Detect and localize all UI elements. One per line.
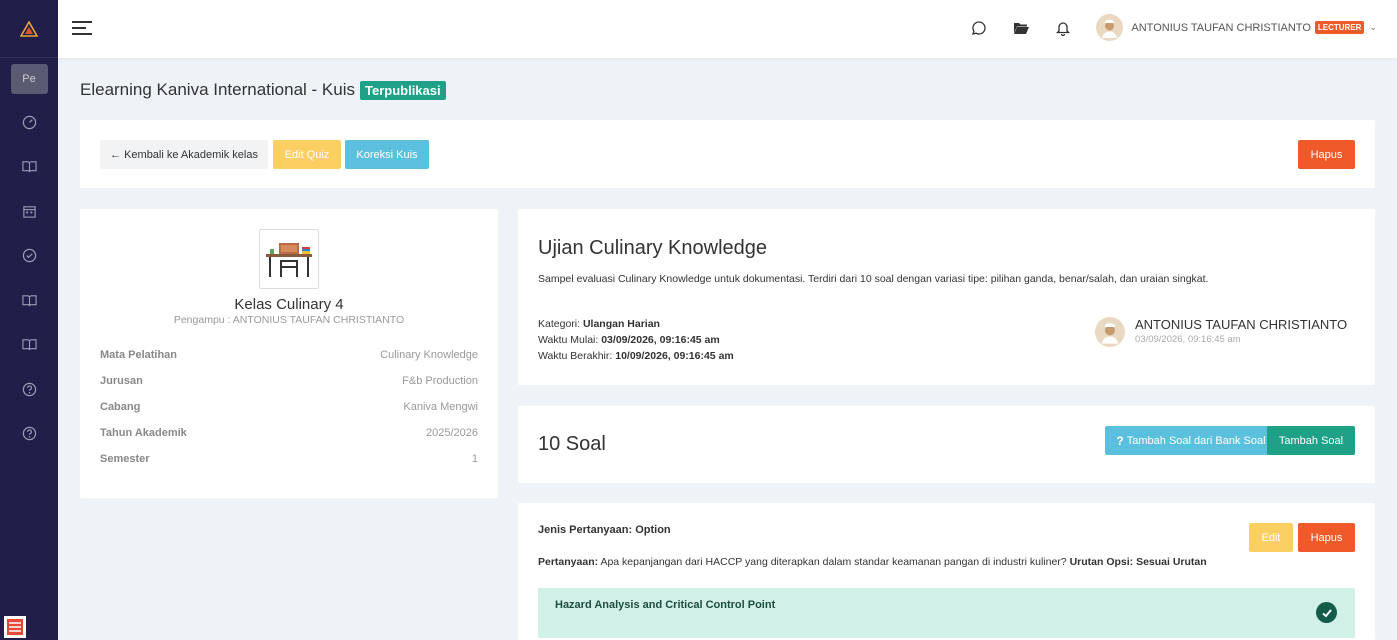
info-value: 1 xyxy=(471,453,478,465)
author-date: 03/09/2026, 09:16:45 am xyxy=(1135,334,1241,345)
logo-icon xyxy=(20,20,38,37)
info-row: Tahun Akademik 2025/2026 xyxy=(100,427,478,443)
hamburger-icon xyxy=(72,21,92,35)
info-label: Cabang xyxy=(100,401,141,413)
quiz-info-card: Ujian Culinary Knowledge Sampel evaluasi… xyxy=(518,209,1375,385)
action-bar: ← Kembali ke Akademik kelas Edit Quiz Ko… xyxy=(80,120,1375,188)
add-from-bank-label: Tambah Soal dari Bank Soal xyxy=(1126,434,1266,447)
info-value: 2025/2026 xyxy=(426,427,478,439)
files-button[interactable] xyxy=(1012,19,1030,37)
page-title-text: Elearning Kaniva International - Kuis xyxy=(80,80,355,99)
info-label: Semester xyxy=(100,453,150,465)
meta-value: Ulangan Harian xyxy=(582,318,660,330)
desk-icon xyxy=(266,243,312,277)
question-body: Apa kepanjangan dari HACCP yang diterapk… xyxy=(600,556,1067,568)
class-thumbnail xyxy=(259,229,319,289)
quiz-title: Ujian Culinary Knowledge xyxy=(538,237,768,259)
sidebar-item-materials[interactable] xyxy=(0,323,58,368)
info-row: Mata Pelatihan Culinary Knowledge xyxy=(100,349,478,365)
menu-toggle[interactable] xyxy=(72,20,94,36)
answer-option: Hazard Analysis and Critical Control Poi… xyxy=(538,588,1355,638)
edit-question-button[interactable]: Edit xyxy=(1249,523,1293,552)
add-question-button[interactable]: Tambah Soal xyxy=(1267,426,1355,455)
sidebar-item-calendar[interactable] xyxy=(0,189,58,234)
check-circle-icon xyxy=(22,249,36,263)
question-type: Jenis Pertanyaan: Option xyxy=(538,524,671,536)
info-row: Jurusan F&b Production xyxy=(100,375,478,391)
user-avatar[interactable] xyxy=(1096,14,1124,41)
app-badge[interactable] xyxy=(4,616,26,638)
edit-quiz-button[interactable]: Edit Quiz xyxy=(273,140,341,169)
soal-count: 10 Soal xyxy=(538,433,606,455)
info-label: Jurusan xyxy=(100,375,143,387)
check-icon xyxy=(1321,608,1332,617)
sidebar-item-faq[interactable] xyxy=(0,412,58,457)
sidebar-item-help[interactable] xyxy=(0,367,58,412)
sidebar-profile-tab[interactable]: Pe xyxy=(10,64,48,94)
author-name: ANTONIUS TAUFAN CHRISTIANTO xyxy=(1135,317,1348,332)
meta-label: Kategori: xyxy=(538,318,581,330)
book-icon xyxy=(21,339,37,351)
sidebar-item-tasks[interactable] xyxy=(0,234,58,279)
chevron-down-icon[interactable]: ⌄ xyxy=(1369,22,1377,33)
avatar-chef-icon xyxy=(1095,317,1125,347)
notifications-button[interactable] xyxy=(1054,19,1072,37)
info-label: Mata Pelatihan xyxy=(100,349,178,361)
question-prefix: Pertanyaan: xyxy=(538,556,599,568)
quiz-waktu-berakhir: Waktu Berakhir: 10/09/2026, 09:16:45 am xyxy=(538,350,734,362)
info-row: Semester 1 xyxy=(100,453,478,469)
add-from-bank-button[interactable]: ? Tambah Soal dari Bank Soal xyxy=(1105,426,1277,455)
topbar: ANTONIUS TAUFAN CHRISTIANTO LECTURER ⌄ xyxy=(58,0,1397,58)
class-pengampu: Pengampu : ANTONIUS TAUFAN CHRISTIANTO xyxy=(173,314,405,326)
chat-button[interactable] xyxy=(970,19,988,37)
class-name: Kelas Culinary 4 xyxy=(234,296,344,313)
info-row: Cabang Kaniva Mengwi xyxy=(100,401,478,417)
back-to-class-button[interactable]: ← Kembali ke Akademik kelas xyxy=(100,140,268,169)
author-avatar xyxy=(1095,317,1125,347)
sidebar-item-library[interactable] xyxy=(0,278,58,323)
meta-value: 03/09/2026, 09:16:45 am xyxy=(601,334,720,346)
avatar-chef-icon xyxy=(1096,14,1124,41)
delete-question-button[interactable]: Hapus xyxy=(1298,523,1355,552)
sidebar-item-dashboard[interactable] xyxy=(0,100,58,145)
calendar-icon xyxy=(22,206,36,218)
chat-icon xyxy=(972,20,987,35)
question-text: Pertanyaan: Apa kepanjangan dari HACCP y… xyxy=(538,556,1207,568)
sidebar-item-courses[interactable] xyxy=(0,145,58,190)
user-name[interactable]: ANTONIUS TAUFAN CHRISTIANTO xyxy=(1131,22,1311,34)
meta-label: Waktu Berakhir: xyxy=(538,350,613,362)
quiz-kategori: Kategori: Ulangan Harian xyxy=(538,318,660,330)
book-icon xyxy=(21,161,37,173)
delete-quiz-button[interactable]: Hapus xyxy=(1298,140,1355,169)
help-circle-icon xyxy=(22,427,36,441)
meta-label: Waktu Mulai: xyxy=(538,334,599,346)
class-info-card: Kelas Culinary 4 Pengampu : ANTONIUS TAU… xyxy=(80,209,498,498)
status-badge: Terpublikasi xyxy=(360,80,446,100)
meta-value: 10/09/2026, 09:16:45 am xyxy=(615,350,734,362)
help-circle-icon xyxy=(22,382,36,396)
quiz-waktu-mulai: Waktu Mulai: 03/09/2026, 09:16:45 am xyxy=(538,334,720,346)
app-logo[interactable] xyxy=(0,0,58,58)
app-badge-icon xyxy=(7,619,23,635)
page-title: Elearning Kaniva International - Kuis Te… xyxy=(80,80,446,100)
info-value: F&b Production xyxy=(402,375,478,387)
soal-header-card: 10 Soal ? Tambah Soal dari Bank Soal Tam… xyxy=(518,406,1375,483)
correct-answer-icon xyxy=(1316,602,1337,623)
quiz-description: Sampel evaluasi Culinary Knowledge untuk… xyxy=(538,273,1209,285)
question-card: Jenis Pertanyaan: Option Edit Hapus Pert… xyxy=(518,503,1375,640)
role-badge: LECTURER xyxy=(1314,21,1365,34)
question-mark-icon: ? xyxy=(1116,433,1124,448)
folder-open-icon xyxy=(1013,22,1029,34)
koreksi-kuis-button[interactable]: Koreksi Kuis xyxy=(345,140,429,169)
question-order: Urutan Opsi: Sesuai Urutan xyxy=(1069,556,1207,568)
sidebar: Pe xyxy=(0,0,58,640)
info-value: Culinary Knowledge xyxy=(380,349,478,361)
book-icon xyxy=(21,295,37,306)
info-label: Tahun Akademik xyxy=(100,427,187,439)
answer-text: Hazard Analysis and Critical Control Poi… xyxy=(555,599,776,611)
info-value: Kaniva Mengwi xyxy=(403,401,478,413)
bell-icon xyxy=(1056,21,1071,36)
gauge-icon xyxy=(22,115,36,129)
